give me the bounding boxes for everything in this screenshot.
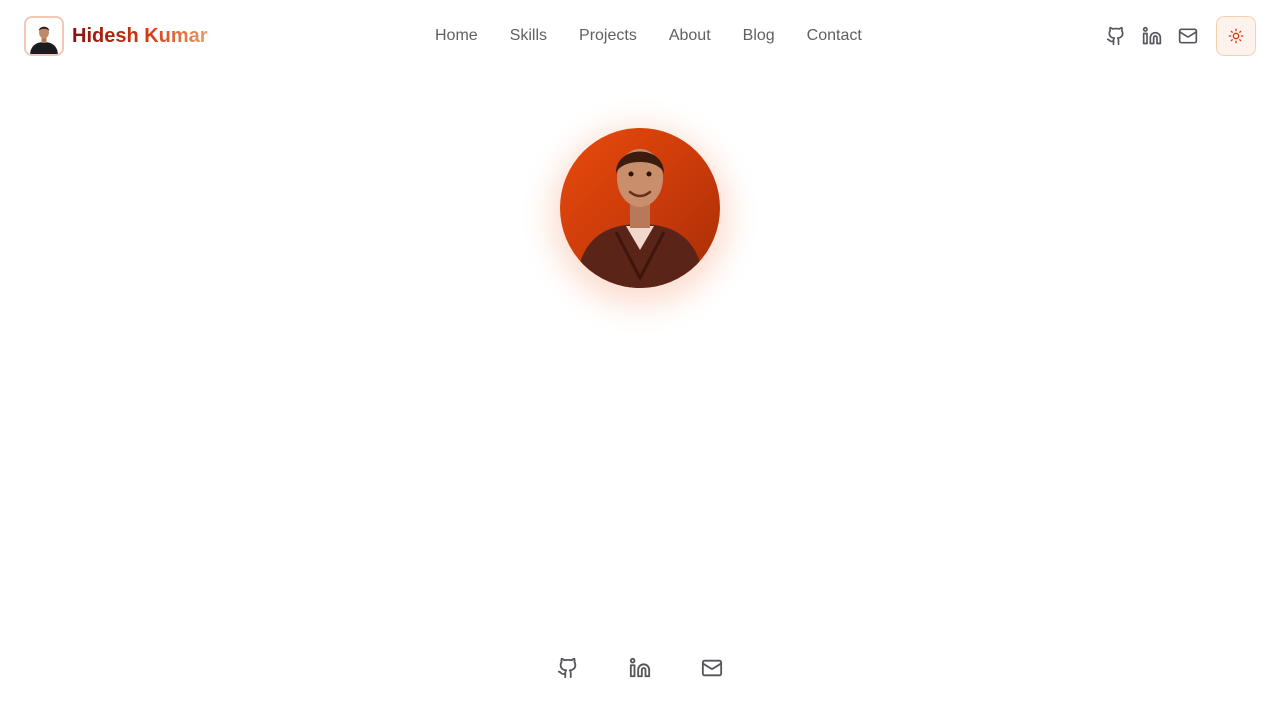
linkedin-link[interactable] (1134, 18, 1170, 54)
nav-projects[interactable]: Projects (563, 0, 653, 72)
linkedin-icon (629, 657, 651, 678)
theme-toggle-button[interactable] (1216, 16, 1256, 56)
footer-social-links (546, 650, 734, 686)
page: Hidesh Kumar Home Skills Projects About … (0, 0, 1280, 720)
brand-link[interactable]: Hidesh Kumar (24, 16, 208, 56)
github-link[interactable] (1098, 18, 1134, 54)
email-link[interactable] (1170, 18, 1206, 54)
nav-skills[interactable]: Skills (494, 0, 563, 72)
footer-github-link[interactable] (546, 650, 590, 686)
person-photo-icon (26, 18, 62, 54)
main-nav: Home Skills Projects About Blog Contact (419, 0, 878, 72)
footer-email-link[interactable] (690, 650, 734, 686)
nav-blog[interactable]: Blog (727, 0, 791, 72)
brand-avatar (24, 16, 64, 56)
nav-about[interactable]: About (653, 0, 727, 72)
header-social-links (1098, 16, 1256, 56)
mail-icon (1178, 28, 1198, 44)
nav-home[interactable]: Home (419, 0, 494, 72)
brand-name: Hidesh Kumar (72, 24, 208, 47)
sun-icon (1228, 28, 1244, 44)
site-header: Hidesh Kumar Home Skills Projects About … (0, 0, 1280, 72)
linkedin-icon (1142, 26, 1162, 45)
profile-photo (560, 128, 720, 288)
github-icon (557, 657, 577, 679)
footer-linkedin-link[interactable] (618, 650, 662, 686)
nav-contact[interactable]: Contact (791, 0, 878, 72)
github-icon (1106, 26, 1124, 46)
person-photo-icon (576, 149, 704, 288)
mail-icon (701, 659, 723, 677)
